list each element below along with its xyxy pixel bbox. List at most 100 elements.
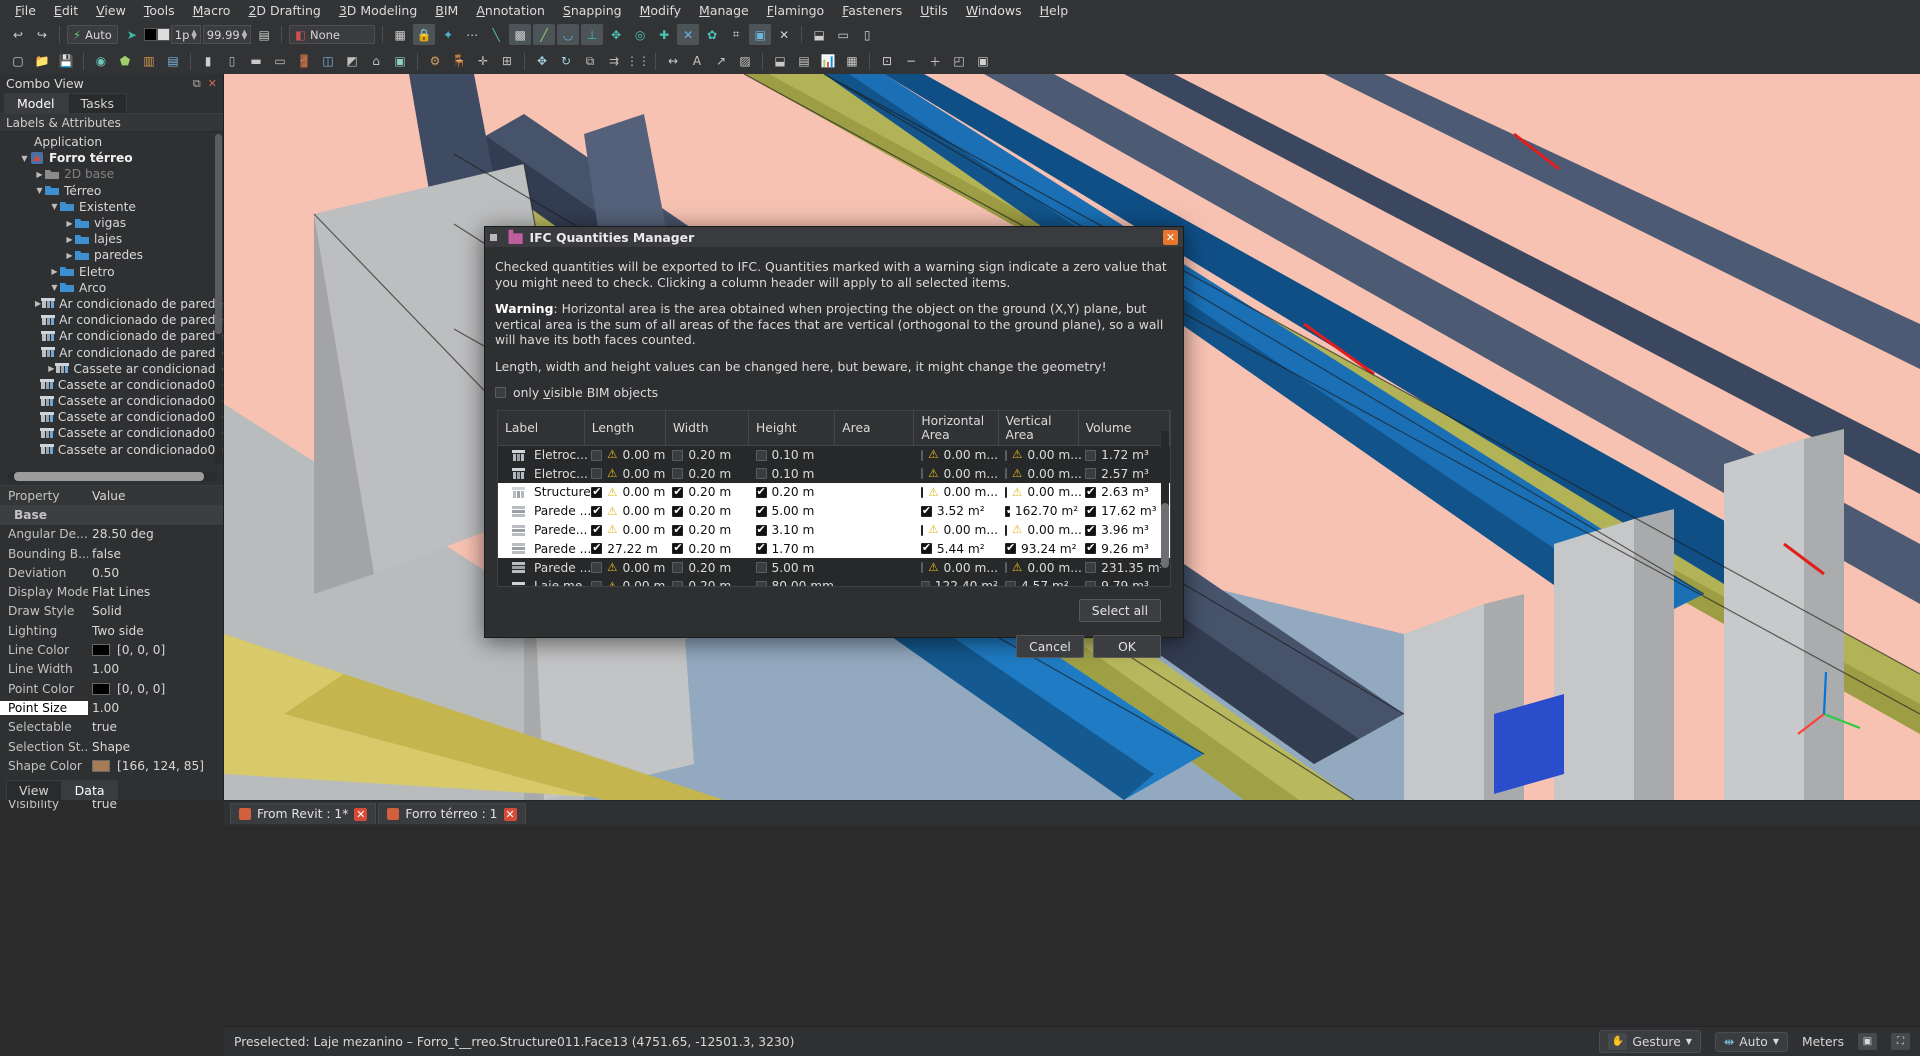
fullscreen-icon[interactable]: ⛶ [1891, 1033, 1910, 1050]
cell-length[interactable]: ⚠0.00 m [584, 446, 665, 465]
cell-height[interactable]: 80.00 mm [749, 577, 835, 587]
quantity-value[interactable]: 162.70 m² [1015, 504, 1078, 518]
quantity-value[interactable]: 5.00 m [772, 561, 815, 575]
property-row[interactable]: LightingTwo side [0, 621, 223, 640]
property-row[interactable]: Line Width1.00 [0, 660, 223, 679]
cell-height[interactable]: 0.20 m [749, 483, 835, 502]
grid-system-icon[interactable]: ⊞ [496, 51, 518, 72]
cell-width[interactable]: 0.20 m [665, 502, 748, 521]
quantity-value[interactable]: 1.70 m [772, 542, 815, 556]
cell-horizontal-area[interactable]: ⚠0.00 m... [914, 464, 998, 483]
cell-width[interactable]: 0.20 m [665, 558, 748, 577]
tree-item[interactable]: ▶Ar condicionado de parede [0, 296, 223, 312]
quantity-checkbox[interactable] [1005, 543, 1016, 554]
navigation-style-selector[interactable]: ✋ Gesture ▼ [1599, 1030, 1701, 1053]
space-icon[interactable]: ▣ [389, 51, 411, 72]
snap-toggle-icon[interactable]: ✕ [773, 24, 795, 45]
cell-vertical-area[interactable]: ⚠0.00 m... [998, 446, 1078, 465]
table-row[interactable]: Parede ...27.22 m0.20 m1.70 m5.44 m²93.2… [498, 539, 1170, 558]
menu-item-fasteners[interactable]: Fasteners [833, 1, 911, 20]
cell-width[interactable]: 0.20 m [665, 577, 748, 587]
tree-item[interactable]: Ar condicionado de parede [0, 328, 223, 344]
panel-tab-view[interactable]: View [6, 780, 62, 800]
tree-item[interactable]: ▶lajes [0, 231, 223, 247]
line-weight-spin[interactable]: 1p ▲▼ [171, 25, 201, 44]
cell-area[interactable] [835, 502, 914, 521]
snap-parallel-icon[interactable]: ╱ [533, 24, 555, 45]
chevron-right-icon[interactable]: ▶ [64, 251, 75, 260]
cell-volume[interactable]: 231.35 m³ [1078, 558, 1169, 577]
level-icon[interactable]: ▤ [162, 51, 184, 72]
snap-icon[interactable]: ➤ [121, 24, 143, 45]
quantity-checkbox[interactable] [591, 506, 602, 517]
apply-style-icon[interactable]: ▤ [253, 24, 275, 45]
quantity-checkbox[interactable] [921, 487, 923, 498]
face-color-swatch[interactable] [157, 28, 170, 41]
quantity-checkbox[interactable] [756, 525, 767, 536]
column-header-height[interactable]: Height [749, 411, 835, 446]
quantity-checkbox[interactable] [672, 487, 683, 498]
close-tab-icon[interactable]: ✕ [354, 808, 367, 821]
dimension-icon[interactable]: ↔ [662, 51, 684, 72]
window-menu-icon[interactable] [490, 234, 497, 241]
quantity-value[interactable]: 0.00 m... [1027, 467, 1082, 481]
section-plane-icon[interactable]: ⬓ [769, 51, 791, 72]
quantity-checkbox[interactable] [1005, 450, 1007, 461]
menu-item-file[interactable]: File [6, 1, 45, 20]
property-row[interactable]: Draw StyleSolid [0, 602, 223, 621]
quantity-checkbox[interactable] [1085, 543, 1096, 554]
model-tree[interactable]: Application▼Forro térreo▶2D base▼Térreo▼… [0, 132, 223, 470]
cell-label[interactable]: Parede ... [498, 558, 584, 577]
quantity-value[interactable]: 9.79 m³ [1101, 579, 1149, 587]
column-header-vertical-area[interactable]: Vertical Area [998, 411, 1078, 446]
spin-arrows-icon[interactable]: ▲▼ [242, 30, 247, 40]
leader-icon[interactable]: ↗ [710, 51, 732, 72]
quantity-checkbox[interactable] [1085, 450, 1096, 461]
quantity-value[interactable]: 0.00 m... [1027, 561, 1082, 575]
quantity-checkbox[interactable] [1085, 525, 1096, 536]
cell-label[interactable]: Parede ... [498, 539, 584, 558]
property-row[interactable]: Selection St...Shape [0, 737, 223, 756]
cell-area[interactable] [835, 483, 914, 502]
menu-item-annotation[interactable]: Annotation [467, 1, 554, 20]
cell-horizontal-area[interactable]: 5.44 m² [914, 539, 998, 558]
cell-label[interactable]: Eletroc... [498, 464, 584, 483]
classification-icon[interactable]: ▦ [841, 51, 863, 72]
column-header-width[interactable]: Width [665, 411, 748, 446]
chevron-down-icon[interactable]: ▼ [49, 202, 60, 211]
quantity-checkbox[interactable] [591, 468, 602, 479]
snap-special-icon[interactable]: ⌗ [725, 24, 747, 45]
cell-horizontal-area[interactable]: 122.40 m² [914, 577, 998, 587]
quantity-value[interactable]: 2.57 m³ [1101, 467, 1149, 481]
quantity-checkbox[interactable] [591, 562, 602, 573]
cell-height[interactable]: 5.00 m [749, 558, 835, 577]
quantity-checkbox[interactable] [591, 487, 602, 498]
furniture-icon[interactable]: 🪑 [448, 51, 470, 72]
quantity-value[interactable]: 5.44 m² [937, 542, 985, 556]
cell-horizontal-area[interactable]: ⚠0.00 m... [914, 483, 998, 502]
table-row[interactable]: Laje me...⚠0.00 m0.20 m80.00 mm122.40 m²… [498, 577, 1170, 587]
cell-horizontal-area[interactable]: ⚠0.00 m... [914, 446, 998, 465]
tree-item[interactable]: ▶2D base [0, 166, 223, 182]
tree-item[interactable]: ▼Arco [0, 280, 223, 296]
zoom-in-icon[interactable]: ＋ [924, 51, 946, 72]
quantity-value[interactable]: 0.00 m [622, 579, 665, 587]
chevron-right-icon[interactable]: ▶ [49, 267, 60, 276]
table-row[interactable]: Structure⚠0.00 m0.20 m0.20 m⚠0.00 m...⚠0… [498, 483, 1170, 502]
quantity-value[interactable]: 0.00 m [622, 485, 665, 499]
snap-tangent-icon[interactable]: ◡ [557, 24, 579, 45]
quantity-checkbox[interactable] [672, 450, 683, 461]
quantity-checkbox[interactable] [1005, 487, 1007, 498]
roof-icon[interactable]: ⌂ [365, 51, 387, 72]
chevron-right-icon[interactable]: ▶ [64, 235, 75, 244]
cell-horizontal-area[interactable]: ⚠0.00 m... [914, 521, 998, 540]
quantity-value[interactable]: 80.00 mm [772, 579, 835, 587]
quantity-checkbox[interactable] [756, 450, 767, 461]
equipment-icon[interactable]: ⚙ [424, 51, 446, 72]
quantity-value[interactable]: 0.00 m [622, 561, 665, 575]
cell-height[interactable]: 3.10 m [749, 521, 835, 540]
quantity-value[interactable]: 0.00 m [622, 504, 665, 518]
tree-item[interactable]: ▶paredes [0, 247, 223, 263]
quantity-checkbox[interactable] [1005, 468, 1007, 479]
door-icon[interactable]: 🚪 [293, 51, 315, 72]
